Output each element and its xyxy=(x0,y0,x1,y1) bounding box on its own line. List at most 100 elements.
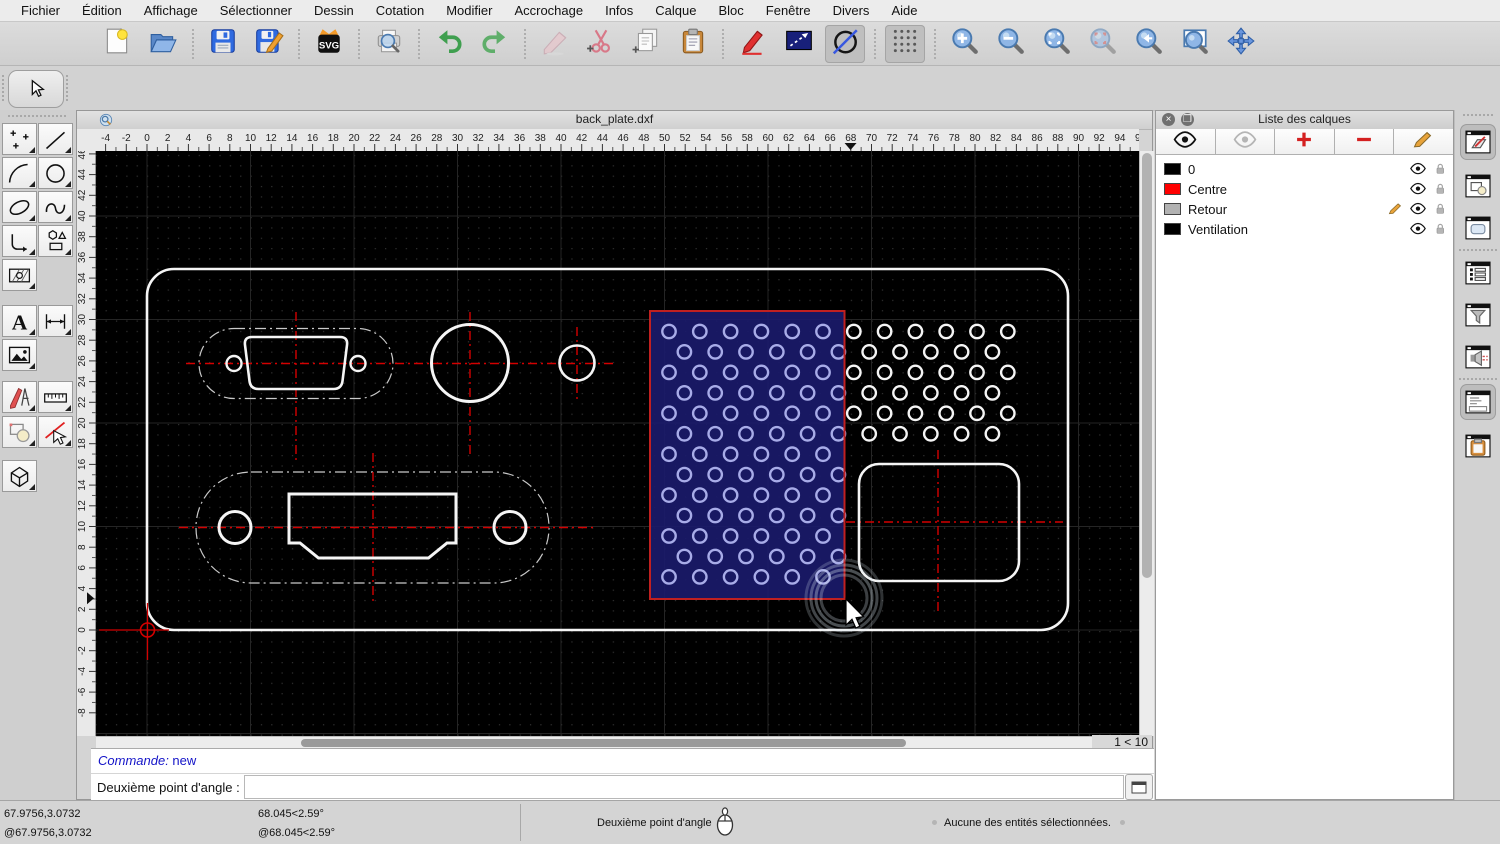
zoom-back-button[interactable] xyxy=(1129,25,1169,63)
zoom-previous-button[interactable] xyxy=(1083,25,1123,63)
layer-visibility-eye-icon[interactable] xyxy=(1409,202,1427,216)
layer-lock-icon[interactable] xyxy=(1431,162,1449,176)
open-button[interactable] xyxy=(143,25,183,63)
tool-modify-button[interactable] xyxy=(2,381,37,413)
menu-infos[interactable]: Infos xyxy=(594,3,644,18)
layer-color-swatch[interactable] xyxy=(1164,163,1181,175)
layer-color-swatch[interactable] xyxy=(1164,183,1181,195)
zoom-out-button[interactable] xyxy=(991,25,1031,63)
tool-line-button[interactable] xyxy=(38,123,73,155)
svg-text:-4: -4 xyxy=(77,667,88,676)
edit-layer-button[interactable] xyxy=(1394,129,1453,155)
undo-button[interactable] xyxy=(429,25,469,63)
pen-off-button[interactable] xyxy=(825,24,865,63)
selection-arrow-button[interactable] xyxy=(8,70,64,108)
menu-affichage[interactable]: Affichage xyxy=(133,3,209,18)
print-preview-button[interactable] xyxy=(369,25,409,63)
export-svg-button[interactable]: SVG xyxy=(309,25,349,63)
copy-button[interactable] xyxy=(627,25,667,63)
layer-list-widget-button[interactable] xyxy=(1460,124,1496,160)
tool-hatch-button[interactable] xyxy=(2,259,37,291)
menu-divers[interactable]: Divers xyxy=(822,3,881,18)
tool-image-button[interactable] xyxy=(2,339,37,371)
zoom-in-button[interactable] xyxy=(945,25,985,63)
tool-dimension-button[interactable] xyxy=(38,305,73,337)
command-widget-button[interactable] xyxy=(1460,384,1496,420)
menu-calque[interactable]: Calque xyxy=(644,3,707,18)
layer-row-ventilation[interactable]: Ventilation xyxy=(1156,219,1453,239)
tool-solids-button[interactable] xyxy=(2,460,37,492)
statusbar-divider xyxy=(520,804,521,841)
menu-edition[interactable]: Édition xyxy=(71,3,133,18)
clipboard-widget-button[interactable] xyxy=(1460,428,1496,464)
menu-accrochage[interactable]: Accrochage xyxy=(503,3,594,18)
horizontal-scrollbar-thumb[interactable] xyxy=(301,739,906,747)
layer-lock-icon[interactable] xyxy=(1431,222,1449,236)
block-list-widget-button[interactable] xyxy=(1460,168,1496,204)
layer-color-swatch[interactable] xyxy=(1164,203,1181,215)
command-keyboard-toggle-button[interactable] xyxy=(1125,774,1153,800)
tool-text-button[interactable]: A xyxy=(2,305,37,337)
tool-shapes-button[interactable] xyxy=(38,225,73,257)
layers-panel-titlebar[interactable]: × ❐ Liste des calques xyxy=(1156,111,1453,130)
layer-visibility-eye-icon[interactable] xyxy=(1409,222,1427,236)
drawing-canvas[interactable] xyxy=(96,151,1139,736)
delete-icon xyxy=(540,26,570,61)
tool-spline-button[interactable] xyxy=(38,191,73,223)
layer-color-swatch[interactable] xyxy=(1164,223,1181,235)
library-browser-widget-button[interactable] xyxy=(1460,210,1496,246)
grid-button[interactable] xyxy=(885,24,925,63)
layer-lock-icon[interactable] xyxy=(1431,202,1449,216)
zoom-pan-button[interactable] xyxy=(1221,25,1261,63)
svg-text:-2: -2 xyxy=(122,133,131,144)
zoom-window-button[interactable] xyxy=(1175,25,1215,63)
layer-row-0[interactable]: 0 xyxy=(1156,159,1453,179)
hide-all-eye-button[interactable] xyxy=(1215,129,1276,155)
menu-bloc[interactable]: Bloc xyxy=(707,3,754,18)
tool-polyline-button[interactable] xyxy=(2,225,37,257)
svg-text:-8: -8 xyxy=(77,708,88,717)
menu-fichier[interactable]: Fichier xyxy=(10,3,71,18)
vertical-scrollbar[interactable] xyxy=(1139,151,1154,736)
save-button[interactable] xyxy=(203,25,243,63)
layer-lock-icon[interactable] xyxy=(1431,182,1449,196)
document-titlebar[interactable]: back_plate.dxf xyxy=(77,111,1152,130)
delete-button[interactable] xyxy=(535,25,575,63)
tool-blocks-button[interactable] xyxy=(2,416,37,448)
menu-dessin[interactable]: Dessin xyxy=(303,3,365,18)
layer-row-retour[interactable]: Retour xyxy=(1156,199,1453,219)
entity-list-widget-button[interactable] xyxy=(1460,255,1496,291)
tool-delete-select-button[interactable] xyxy=(38,416,73,448)
menu-fenetre[interactable]: Fenêtre xyxy=(755,3,822,18)
show-all-eye-button[interactable] xyxy=(1156,129,1216,155)
cut-button[interactable] xyxy=(581,25,621,63)
close-icon[interactable]: × xyxy=(1162,113,1175,126)
tool-circle-button[interactable] xyxy=(38,157,73,189)
layer-visibility-eye-icon[interactable] xyxy=(1409,182,1427,196)
tool-arc-button[interactable] xyxy=(2,157,37,189)
add-layer-button[interactable] xyxy=(1275,129,1335,155)
save-as-button[interactable] xyxy=(249,25,289,63)
undock-icon[interactable]: ❐ xyxy=(1181,113,1194,126)
command-input[interactable] xyxy=(243,775,1124,799)
menu-selectionner[interactable]: Sélectionner xyxy=(209,3,303,18)
layer-row-centre[interactable]: Centre xyxy=(1156,179,1453,199)
zoom-previous-icon xyxy=(1088,26,1118,61)
paste-button[interactable] xyxy=(673,25,713,63)
menu-aide[interactable]: Aide xyxy=(880,3,928,18)
tool-measure-button[interactable] xyxy=(38,381,73,413)
line-attributes-button[interactable] xyxy=(779,25,819,63)
new-button[interactable] xyxy=(97,25,137,63)
vertical-scrollbar-thumb[interactable] xyxy=(1142,153,1152,578)
remove-layer-button[interactable] xyxy=(1334,129,1395,155)
menu-modifier[interactable]: Modifier xyxy=(435,3,503,18)
tool-ellipse-button[interactable] xyxy=(2,191,37,223)
layer-visibility-eye-icon[interactable] xyxy=(1409,162,1427,176)
draw-pen-button[interactable] xyxy=(733,25,773,63)
tool-point-button[interactable] xyxy=(2,123,37,155)
menu-cotation[interactable]: Cotation xyxy=(365,3,435,18)
filter-widget-button[interactable] xyxy=(1460,297,1496,333)
zoom-auto-button[interactable] xyxy=(1037,25,1077,63)
redo-button[interactable] xyxy=(475,25,515,63)
block-insert-widget-button[interactable] xyxy=(1460,339,1496,375)
